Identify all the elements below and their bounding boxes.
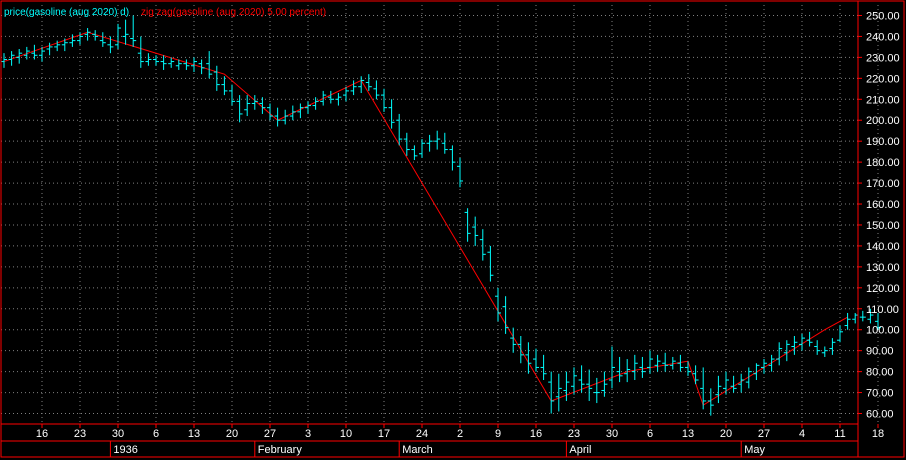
- legend-zigzag: zig zag(gasoline (aug 2020) 5.00 percent…: [141, 7, 326, 18]
- y-tick-label: 130.00: [866, 262, 900, 274]
- y-tick-label: 220.00: [866, 73, 900, 85]
- x-tick-label: 6: [647, 428, 653, 440]
- legend-price: price(gasoline (aug 2020) d): [4, 7, 129, 18]
- x-tick-label: 10: [340, 428, 352, 440]
- x-tick-label: 24: [416, 428, 428, 440]
- y-tick-label: 250.00: [866, 10, 900, 22]
- month-label: February: [258, 444, 303, 456]
- month-label: April: [569, 444, 591, 456]
- x-tick-label: 6: [153, 428, 159, 440]
- y-tick-label: 170.00: [866, 178, 900, 190]
- x-tick-label: 30: [606, 428, 618, 440]
- x-tick-label: 13: [188, 428, 200, 440]
- x-tick-label: 4: [799, 428, 805, 440]
- x-tick-label: 2: [457, 428, 463, 440]
- month-label: 1936: [113, 444, 137, 456]
- price-chart: 60.00 70.00 80.00 90.00 100.00 110.00 120.00 13…: [0, 0, 906, 460]
- x-tick-label: 16: [36, 428, 48, 440]
- x-tick-label: 9: [495, 428, 501, 440]
- y-tick-label: 100.00: [866, 325, 900, 337]
- y-tick-label: 70.00: [866, 388, 894, 400]
- y-tick-label: 110.00: [866, 304, 899, 316]
- y-tick-label: 80.00: [866, 367, 894, 379]
- x-tick-label: 17: [378, 428, 390, 440]
- y-tick-label: 210.00: [866, 94, 900, 106]
- y-tick-label: 230.00: [866, 52, 900, 64]
- x-tick-label: 20: [226, 428, 238, 440]
- y-tick-label: 190.00: [866, 136, 900, 148]
- x-tick-label: 18: [872, 428, 884, 440]
- y-tick-label: 150.00: [866, 220, 900, 232]
- y-tick-label: 240.00: [866, 31, 900, 43]
- y-tick-label: 60.00: [866, 409, 894, 421]
- month-label: May: [744, 444, 765, 456]
- y-tick-label: 180.00: [866, 157, 900, 169]
- x-tick-label: 13: [682, 428, 694, 440]
- chart-background: [0, 0, 906, 460]
- x-tick-label: 23: [74, 428, 86, 440]
- x-tick-label: 23: [568, 428, 580, 440]
- x-tick-label: 27: [758, 428, 770, 440]
- x-tick-label: 20: [720, 428, 732, 440]
- y-tick-label: 120.00: [866, 283, 900, 295]
- x-tick-label: 16: [530, 428, 542, 440]
- x-tick-label: 30: [112, 428, 124, 440]
- y-tick-label: 160.00: [866, 199, 900, 211]
- y-tick-label: 200.00: [866, 115, 900, 127]
- x-tick-label: 27: [264, 428, 276, 440]
- y-tick-label: 90.00: [866, 346, 894, 358]
- x-tick-label: 3: [305, 428, 311, 440]
- month-label: March: [402, 444, 433, 456]
- x-tick-label: 11: [834, 428, 845, 440]
- y-tick-label: 140.00: [866, 241, 900, 253]
